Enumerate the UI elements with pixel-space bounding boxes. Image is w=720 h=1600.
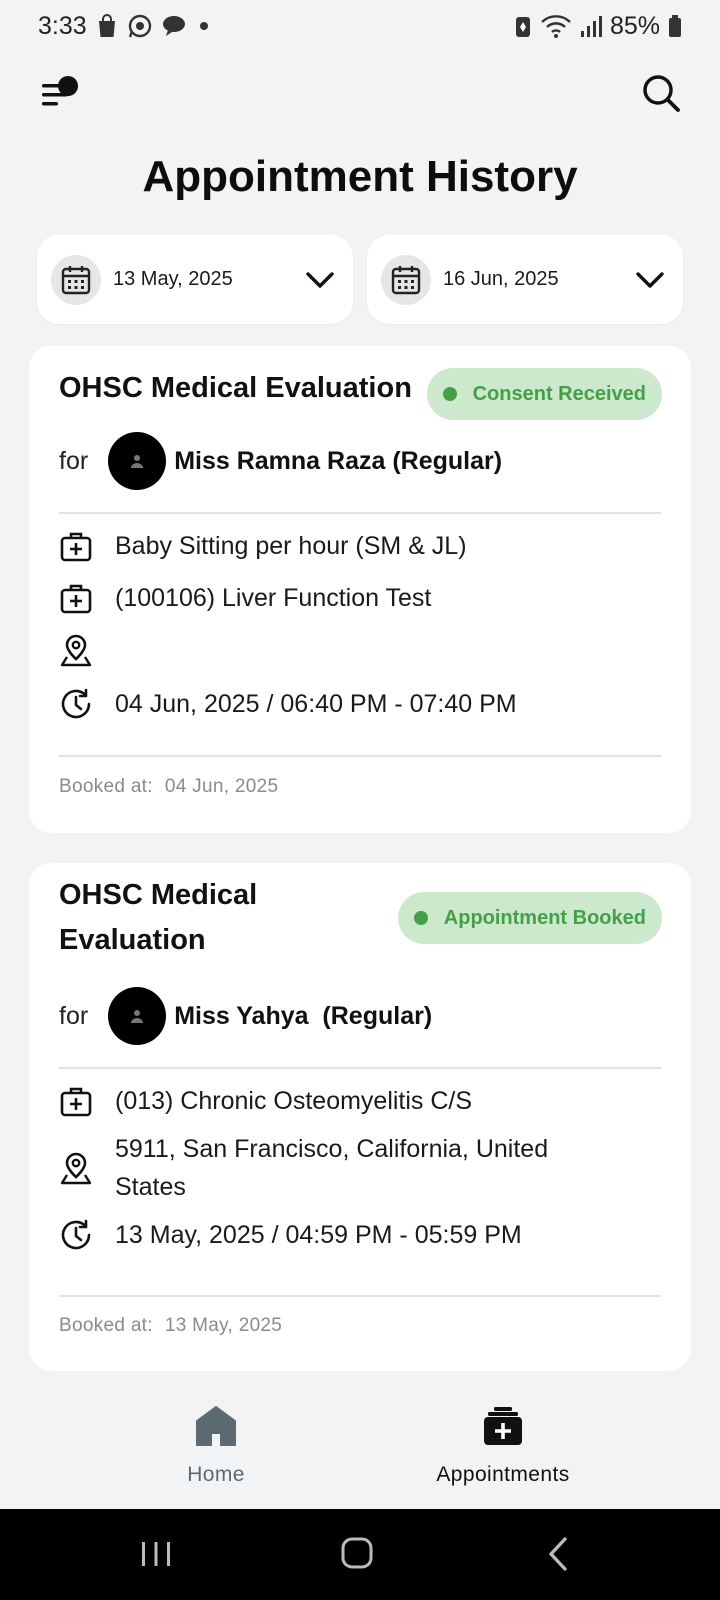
calendar-icon [51,254,101,305]
status-dot-icon [413,911,428,925]
wifi-icon [541,15,571,38]
chevron-down-icon [636,271,664,288]
medical-bag-icon [484,1407,522,1445]
dot-icon [199,22,208,30]
service-row: Baby Sitting per hour (SM & JL) [59,519,661,573]
status-badge: Appointment Booked [397,892,662,944]
patient-row: for Miss Yahya (Regular) [59,987,432,1045]
location-pin-icon [60,1152,92,1185]
search-icon[interactable] [638,70,684,116]
location-text: 5911, San Francisco, California, United … [115,1130,548,1206]
to-date-picker[interactable]: 16 Jun, 2025 [367,235,683,324]
service-name: (100106) Liver Function Test [115,584,432,612]
home-icon [196,1406,236,1446]
patient-name: Miss Yahya (Regular) [174,1001,433,1030]
system-navigation-bar [0,1509,720,1600]
status-bar: 3:33 85% [0,0,720,52]
datetime-row: 04 Jun, 2025 / 06:40 PM - 07:40 PM [59,677,661,731]
location-line: 5911, San Francisco, California, United [115,1135,549,1163]
status-dot-icon [442,387,457,401]
location-row: 5911, San Francisco, California, United … [59,1128,661,1208]
bottom-navigation: Home Appointments [0,1385,720,1509]
appointment-title-line: OHSC Medical [59,879,258,911]
nav-home[interactable]: Home [116,1385,316,1487]
for-label: for [59,1001,89,1030]
service-row: (013) Chronic Osteomyelitis C/S [59,1074,661,1128]
medical-kit-icon [60,1087,92,1117]
recent-apps-icon[interactable] [126,1531,186,1577]
app-header [0,62,720,122]
divider [59,512,661,514]
battery-icon [669,15,681,37]
divider [59,1067,661,1069]
booked-at-label: Booked at: [59,776,153,797]
avatar [108,432,167,490]
appointment-title: OHSC Medical Evaluation [59,873,257,963]
status-badge-label: Consent Received [472,382,646,405]
shopping-bag-icon [98,14,115,37]
calendar-icon [381,254,431,305]
back-icon[interactable] [529,1531,589,1577]
to-date-value: 16 Jun, 2025 [443,268,559,290]
from-date-picker[interactable]: 13 May, 2025 [37,235,353,324]
clock-history-icon [61,688,91,719]
signal-icon [580,16,602,37]
booked-at-value: 13 May, 2025 [164,1315,283,1336]
whatsapp-icon [128,14,151,38]
appointment-title-line: Evaluation [59,924,206,956]
booked-at-value: 04 Jun, 2025 [164,776,279,797]
for-label: for [59,446,89,475]
booked-at-label: Booked at: [59,1315,153,1336]
location-pin-icon [60,634,92,667]
service-name: (013) Chronic Osteomyelitis C/S [115,1087,473,1115]
appointment-card[interactable]: OHSC Medical Evaluation Appointment Book… [29,863,691,1371]
patient-row: for Miss Ramna Raza (Regular) [59,432,502,490]
divider [59,755,661,757]
from-date-value: 13 May, 2025 [113,268,233,290]
medical-kit-icon [60,584,92,614]
status-badge: Consent Received [426,368,662,420]
appointment-datetime: 04 Jun, 2025 / 06:40 PM - 07:40 PM [115,690,517,718]
service-name: Baby Sitting per hour (SM & JL) [115,532,467,560]
divider [59,1295,661,1297]
medical-kit-icon [60,532,92,562]
page-title: Appointment History [142,152,578,201]
chat-icon [162,16,185,36]
booked-at: Booked at: 13 May, 2025 [59,1315,282,1337]
nav-home-label: Home [187,1463,245,1486]
battery-percent: 85% [609,11,660,40]
avatar [108,987,167,1045]
nav-appointments[interactable]: Appointments [403,1385,603,1487]
clock-history-icon [61,1219,91,1250]
status-time: 3:33 [38,11,87,40]
appointment-card[interactable]: OHSC Medical Evaluation Consent Received… [29,346,691,833]
status-badge-label: Appointment Booked [443,906,646,929]
nav-appointments-label: Appointments [436,1463,570,1486]
appointment-datetime: 13 May, 2025 / 04:59 PM - 05:59 PM [115,1221,522,1249]
battery-saver-icon [515,17,530,37]
home-button-icon[interactable] [327,1531,387,1577]
service-row: (100106) Liver Function Test [59,571,661,625]
location-line: States [115,1173,186,1201]
datetime-row: 13 May, 2025 / 04:59 PM - 05:59 PM [59,1208,661,1262]
patient-name: Miss Ramna Raza (Regular) [174,446,503,475]
location-row [59,623,661,677]
menu-notification-icon[interactable] [36,70,86,116]
appointment-title: OHSC Medical Evaluation [59,372,412,404]
chevron-down-icon [306,271,334,288]
booked-at: Booked at: 04 Jun, 2025 [59,776,278,798]
